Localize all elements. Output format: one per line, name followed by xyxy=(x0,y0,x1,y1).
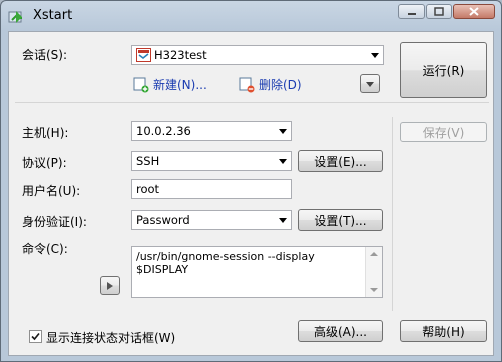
new-session-label: 新建(N)... xyxy=(153,78,207,92)
new-session-icon xyxy=(133,77,149,92)
delete-session-link[interactable]: 删除(D) xyxy=(239,76,302,93)
scroll-up-icon[interactable] xyxy=(370,252,378,256)
maximize-button[interactable] xyxy=(426,4,452,19)
title-bar[interactable]: Xstart xyxy=(1,1,501,31)
xstart-window: Xstart 会话(S): H323test 运行(R) 新建(N)... 删除… xyxy=(0,0,502,362)
chevron-down-icon xyxy=(279,218,287,223)
auth-combo[interactable]: Password xyxy=(131,210,292,230)
run-button[interactable]: 运行(R) xyxy=(400,42,487,98)
top-divider xyxy=(15,102,489,103)
scroll-down-icon[interactable] xyxy=(370,288,378,292)
show-status-label[interactable]: 显示连接状态对话框(W) xyxy=(46,329,175,346)
command-textarea[interactable]: /usr/bin/gnome-session --display $DISPLA… xyxy=(131,246,383,298)
protocol-value: SSH xyxy=(136,154,160,168)
minimize-icon xyxy=(407,12,416,15)
minimize-button[interactable] xyxy=(398,4,425,19)
maximize-icon xyxy=(434,7,444,16)
save-button[interactable]: 保存(V) xyxy=(400,122,487,142)
username-label: 用户名(U): xyxy=(22,184,81,198)
auth-value: Password xyxy=(136,213,190,227)
close-button[interactable] xyxy=(453,4,495,19)
protocol-settings-button[interactable]: 设置(E)... xyxy=(298,150,383,172)
command-value: /usr/bin/gnome-session --display $DISPLA… xyxy=(136,250,315,276)
advanced-button[interactable]: 高级(A)... xyxy=(298,320,383,342)
protocol-label: 协议(P): xyxy=(22,156,67,170)
help-button[interactable]: 帮助(H) xyxy=(400,320,487,342)
session-options-button[interactable] xyxy=(360,74,380,93)
xstart-app-icon xyxy=(8,11,22,23)
expand-icon xyxy=(366,81,374,87)
auth-settings-button[interactable]: 设置(T)... xyxy=(298,209,383,231)
protocol-combo[interactable]: SSH xyxy=(131,151,292,171)
session-combo[interactable]: H323test xyxy=(131,45,384,65)
username-input[interactable]: root xyxy=(131,179,292,199)
chevron-down-icon xyxy=(371,53,379,58)
dialog-body: 会话(S): H323test 运行(R) 新建(N)... 删除(D) 主机(… xyxy=(8,31,494,356)
host-label: 主机(H): xyxy=(22,126,69,140)
username-value: root xyxy=(136,182,160,196)
session-value: H323test xyxy=(154,48,207,62)
command-scrollbar[interactable] xyxy=(365,247,382,297)
session-icon xyxy=(136,48,151,62)
chevron-down-icon xyxy=(279,129,287,134)
host-combo[interactable]: 10.0.2.36 xyxy=(131,121,292,141)
vertical-divider xyxy=(392,117,393,311)
play-icon xyxy=(107,281,113,290)
show-status-checkbox[interactable] xyxy=(29,330,42,343)
new-session-link[interactable]: 新建(N)... xyxy=(133,76,207,93)
window-title: Xstart xyxy=(33,8,73,23)
chevron-down-icon xyxy=(279,159,287,164)
auth-label: 身份验证(I): xyxy=(22,215,87,229)
command-label: 命令(C): xyxy=(22,242,68,256)
delete-session-icon xyxy=(239,77,255,92)
checkmark-icon xyxy=(31,332,40,341)
command-expand-button[interactable] xyxy=(100,276,120,295)
delete-session-label: 删除(D) xyxy=(259,78,302,92)
host-value: 10.0.2.36 xyxy=(136,124,191,138)
session-label: 会话(S): xyxy=(22,48,68,62)
close-icon xyxy=(469,7,479,16)
